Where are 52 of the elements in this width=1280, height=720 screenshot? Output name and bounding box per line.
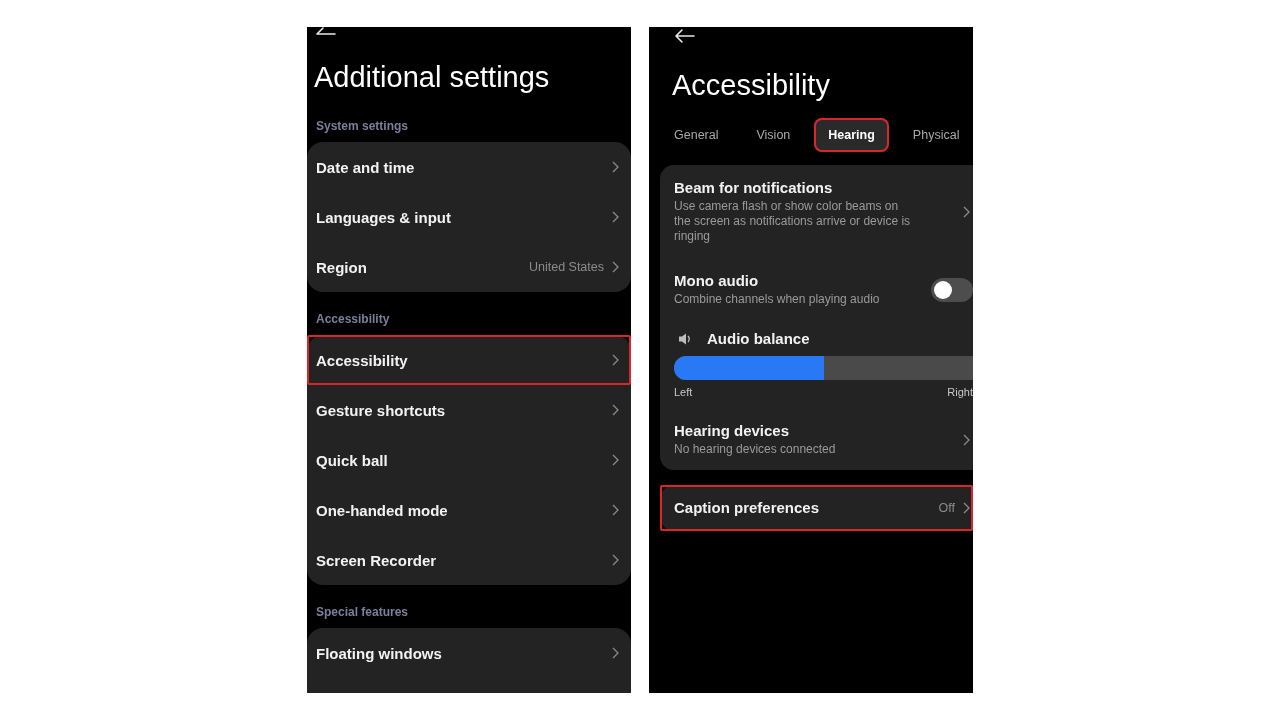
item-value: Off	[938, 501, 955, 515]
item-title: Hearing devices	[674, 422, 790, 440]
chevron-right-icon	[963, 502, 970, 514]
slider-min-label: Left	[674, 386, 693, 399]
toggle-switch[interactable]	[931, 277, 973, 302]
settings-item[interactable]: Date and time	[307, 142, 631, 192]
item-description: No hearing devices connected	[674, 442, 837, 457]
item-title: Mono audio	[674, 272, 759, 290]
speaker-icon	[678, 332, 692, 346]
chevron-right-icon	[612, 504, 619, 516]
chevron-right-icon	[612, 454, 619, 466]
chevron-right-icon	[612, 161, 619, 173]
chevron-right-icon	[963, 205, 970, 218]
section-heading: System settings	[316, 118, 409, 134]
settings-item[interactable]: Hearing devices No hearing devices connected	[660, 408, 973, 470]
balance-slider-track[interactable]	[674, 356, 973, 380]
tab[interactable]: General	[660, 118, 733, 152]
tab[interactable]: Vision	[742, 118, 805, 152]
item-value: United States	[528, 260, 604, 274]
balance-slider-fill[interactable]	[674, 356, 824, 380]
chevron-right-icon	[612, 211, 619, 223]
chevron-right-icon	[612, 554, 619, 566]
slider-max-label: Right	[947, 386, 973, 399]
chevron-right-icon	[612, 647, 619, 659]
back-arrow-icon[interactable]	[316, 27, 336, 35]
settings-item[interactable]: Region United States	[307, 242, 631, 292]
item-description: Use camera flash or show color beams on the screen as notifications arrive or device is ringing	[674, 199, 912, 244]
settings-item[interactable]: Beam for notifications Use camera flash or show color beams on the screen as notifications arrive or device is ringing	[660, 165, 973, 257]
screen-title: Accessibility	[672, 68, 830, 102]
chevron-right-icon	[612, 261, 619, 273]
settings-item[interactable]: Gesture shortcuts	[307, 385, 631, 435]
tab[interactable]: Hearing	[814, 118, 889, 152]
settings-item[interactable]: Screen Recorder	[307, 535, 631, 585]
chevron-right-icon	[963, 433, 970, 446]
item-title: Caption preferences	[674, 499, 820, 517]
tab[interactable]: Physical	[898, 118, 962, 152]
section-heading: Special features	[316, 604, 409, 620]
item-title: Beam for notifications	[674, 179, 833, 197]
settings-item[interactable]: Caption preferences Off	[660, 485, 973, 531]
settings-item[interactable]: One-handed mode	[307, 485, 631, 535]
settings-item[interactable]: Quick ball	[307, 435, 631, 485]
item-title: Audio balance	[707, 330, 810, 348]
item-description: Combine channels when playing audio	[674, 292, 881, 307]
settings-item[interactable]: Mono audio Combine channels when playing audio	[660, 257, 973, 318]
screen-title: Additional settings	[314, 60, 550, 94]
back-arrow-icon[interactable]	[675, 29, 695, 43]
settings-item[interactable]: Floating windows	[307, 628, 631, 678]
section-heading: Accessibility	[316, 311, 390, 327]
chevron-right-icon	[612, 354, 619, 366]
chevron-right-icon	[612, 404, 619, 416]
settings-item[interactable]: Languages & input	[307, 192, 631, 242]
settings-item[interactable]: Accessibility	[307, 335, 631, 385]
